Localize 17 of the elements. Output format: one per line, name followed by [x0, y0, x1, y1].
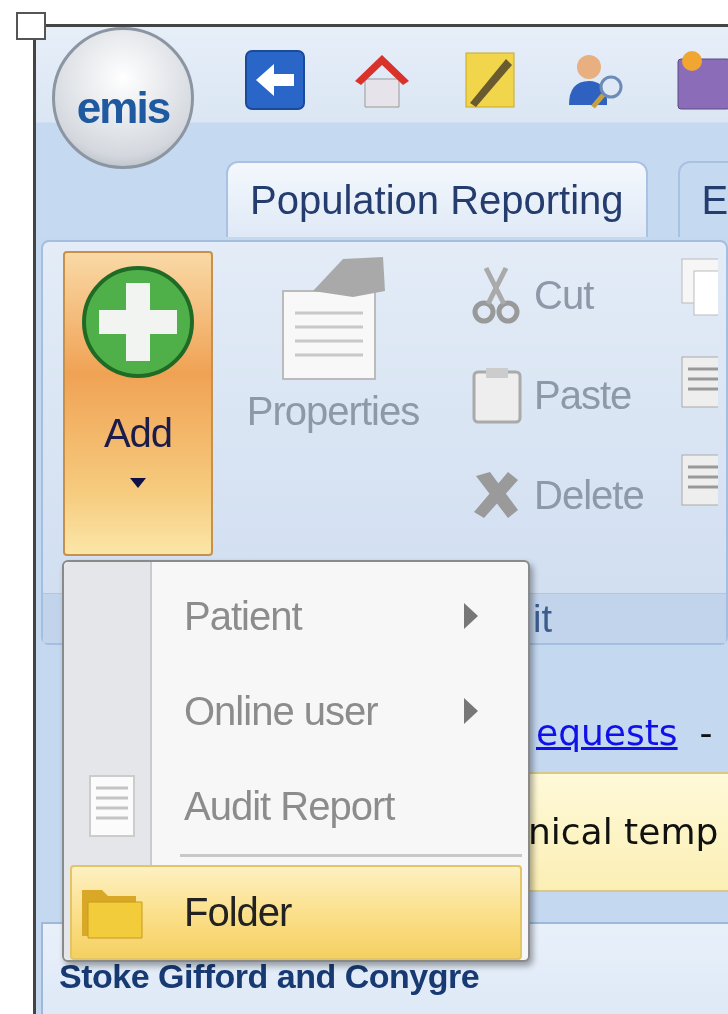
menu-item[interactable]: Folder [70, 864, 522, 960]
report-icon [88, 774, 136, 839]
panel-title: Stoke Gifford and Conygre [59, 958, 481, 996]
tab[interactable]: Population Reporting [226, 161, 648, 237]
group-label: it [533, 598, 552, 640]
app-logo[interactable]: emis [52, 27, 194, 169]
submenu-arrow-icon [462, 600, 480, 631]
add-button[interactable]: Add [63, 251, 213, 556]
requests-link[interactable]: equests [536, 706, 678, 760]
tab[interactable]: E [677, 161, 728, 237]
submenu-arrow-icon [462, 695, 480, 726]
logo-text: emis [76, 82, 170, 134]
separator-text: - [699, 711, 713, 755]
caret-icon [129, 477, 147, 489]
selection-handle[interactable] [16, 12, 46, 40]
banner-text: nical temp [528, 810, 719, 854]
plus-icon [79, 263, 197, 381]
